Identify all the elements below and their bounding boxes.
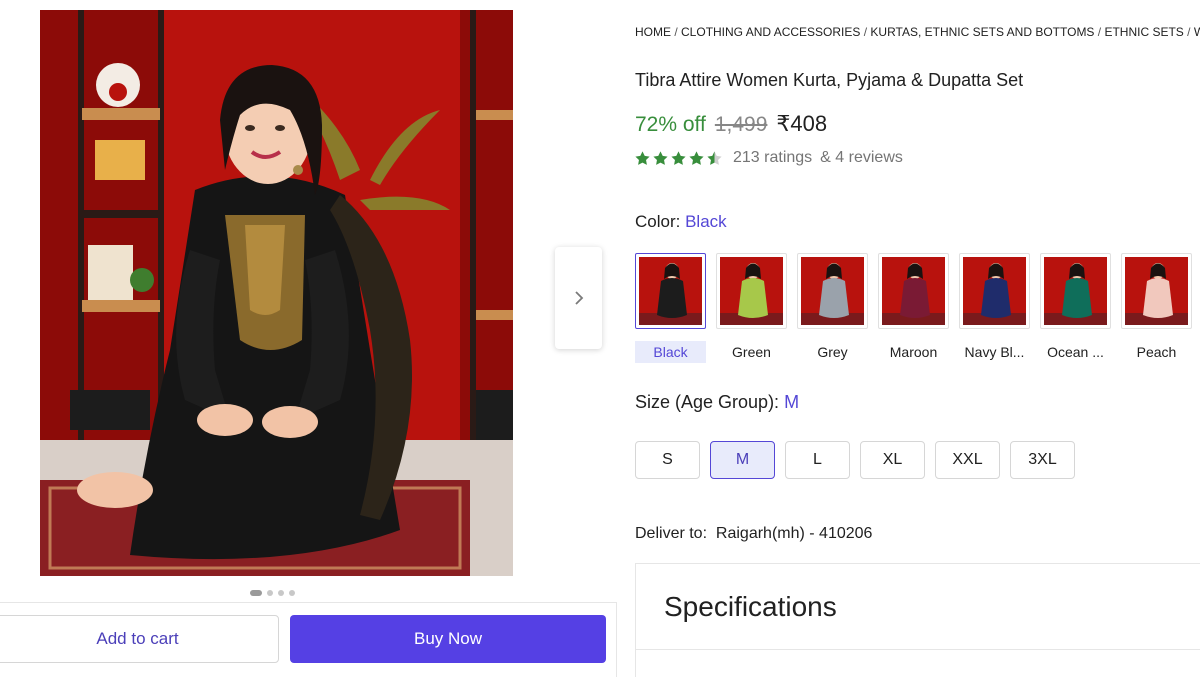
color-thumbnail-image <box>963 257 1026 325</box>
size-option[interactable]: M <box>710 441 775 479</box>
breadcrumb-separator: / <box>671 25 682 39</box>
breadcrumb-item-kurtas[interactable]: KURTAS, ETHNIC SETS AND BOTTOMS <box>870 25 1094 39</box>
star-icon <box>689 150 704 165</box>
rating-row[interactable]: 213 ratings & 4 reviews <box>634 149 903 167</box>
star-icon <box>653 150 668 165</box>
color-option-label: Black <box>635 341 706 363</box>
color-option[interactable]: Green <box>716 253 787 363</box>
color-thumbnail <box>1121 253 1192 329</box>
color-thumbnail <box>716 253 787 329</box>
delivery-info[interactable]: Deliver to: Raigarh(mh) - 410206 <box>635 525 872 543</box>
selected-size: M <box>784 392 800 412</box>
star-rating <box>634 150 723 167</box>
size-label: Size (Age Group): <box>635 392 780 412</box>
product-image[interactable] <box>40 10 513 576</box>
next-image-button[interactable] <box>555 247 602 349</box>
color-thumbnail <box>959 253 1030 329</box>
breadcrumb-separator: / <box>1183 25 1194 39</box>
ratings-count: 213 ratings <box>733 149 813 166</box>
purchase-action-bar: Add to cart Buy Now <box>0 602 617 677</box>
chevron-right-icon <box>574 291 583 305</box>
specifications-divider <box>636 649 1200 650</box>
color-option-label: Ocean ... <box>1047 344 1104 360</box>
color-option[interactable]: Navy Bl... <box>959 253 1030 363</box>
size-options: S M L XL XXL 3XL <box>635 441 1075 479</box>
deliver-label: Deliver to: <box>635 525 708 542</box>
color-option[interactable]: Grey <box>797 253 868 363</box>
breadcrumb-separator: / <box>860 25 871 39</box>
specifications-panel: Specifications <box>635 563 1200 677</box>
size-selector-label: Size (Age Group): M <box>635 392 799 413</box>
carousel-dot[interactable] <box>278 590 284 596</box>
star-icon <box>707 150 722 165</box>
reviews-count: & 4 reviews <box>820 149 903 166</box>
color-option-label: Grey <box>817 344 848 360</box>
specifications-title: Specifications <box>664 591 837 622</box>
color-thumbnail-image <box>882 257 945 325</box>
color-option[interactable]: Maroon <box>878 253 949 363</box>
carousel-dot[interactable] <box>289 590 295 596</box>
color-thumbnail-image <box>801 257 864 325</box>
breadcrumb-item-ethnic-sets[interactable]: ETHNIC SETS <box>1104 25 1183 39</box>
carousel-dot[interactable] <box>267 590 273 596</box>
carousel-dot[interactable] <box>250 590 262 596</box>
color-thumbnail <box>878 253 949 329</box>
breadcrumb-item-clothing[interactable]: CLOTHING AND ACCESSORIES <box>681 25 860 39</box>
product-title: Tibra Attire Women Kurta, Pyjama & Dupat… <box>635 70 1024 90</box>
color-option[interactable]: Peach <box>1121 253 1192 363</box>
product-photo <box>40 10 513 576</box>
color-thumbnail-image <box>1044 257 1107 325</box>
star-icon <box>671 150 686 165</box>
color-option-label: Green <box>732 344 771 360</box>
buy-now-button[interactable]: Buy Now <box>290 615 606 663</box>
star-icon <box>635 150 650 165</box>
size-option[interactable]: S <box>635 441 700 479</box>
breadcrumb-item-home[interactable]: HOME <box>635 25 671 39</box>
color-swatches: Black Green Grey Maroon Navy Bl... Ocean ... P… <box>635 253 1192 363</box>
breadcrumb-item-women[interactable]: WO <box>1194 25 1200 39</box>
color-thumbnail-image <box>720 257 783 325</box>
color-thumbnail-image <box>1125 257 1188 325</box>
carousel-dots <box>250 590 295 596</box>
color-thumbnail <box>635 253 706 329</box>
selling-price: ₹408 <box>776 111 828 136</box>
breadcrumb: HOME / CLOTHING AND ACCESSORIES / KURTAS… <box>635 25 1200 39</box>
size-option[interactable]: L <box>785 441 850 479</box>
color-option-label: Peach <box>1136 344 1177 360</box>
color-option-label: Navy Bl... <box>964 344 1025 360</box>
color-selector-label: Color: Black <box>635 212 727 232</box>
delivery-location: Raigarh(mh) - 410206 <box>715 525 873 542</box>
color-option-label: Maroon <box>889 344 938 360</box>
color-thumbnail <box>797 253 868 329</box>
selected-color: Black <box>685 212 727 231</box>
color-label: Color: <box>635 212 681 231</box>
discount-label: 72% off <box>635 113 706 136</box>
size-option[interactable]: 3XL <box>1010 441 1075 479</box>
original-price: 1,499 <box>714 113 768 136</box>
breadcrumb-separator: / <box>1094 25 1105 39</box>
size-option[interactable]: XL <box>860 441 925 479</box>
color-option[interactable]: Ocean ... <box>1040 253 1111 363</box>
add-to-cart-button[interactable]: Add to cart <box>0 615 279 663</box>
color-thumbnail-image <box>639 257 702 325</box>
size-option[interactable]: XXL <box>935 441 1000 479</box>
color-thumbnail <box>1040 253 1111 329</box>
color-option[interactable]: Black <box>635 253 706 363</box>
price-row: 72% off 1,499 ₹408 <box>635 111 827 137</box>
